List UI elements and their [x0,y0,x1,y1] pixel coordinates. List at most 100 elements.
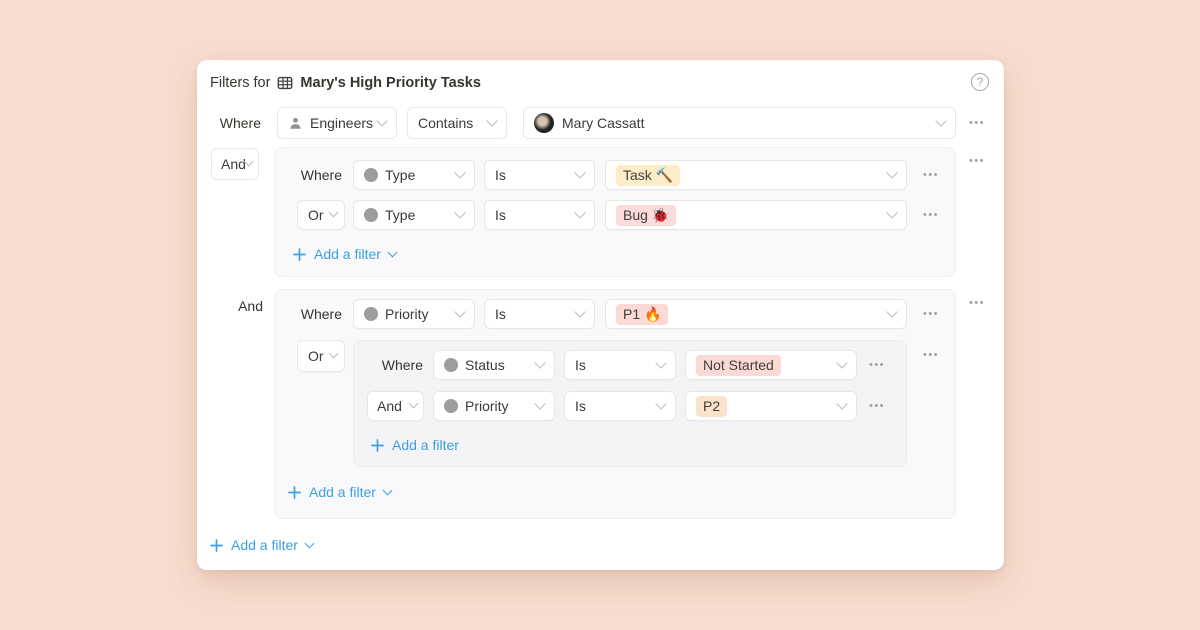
value-tag: Bug 🐞 [616,205,676,226]
top-filter-value-select[interactable]: Mary Cassatt [523,107,956,139]
chevron-down-icon [534,357,545,368]
top-filter-menu-button[interactable]: ••• [959,107,995,139]
filters-for-label: Filters for [210,75,270,91]
database-title: Mary's High Priority Tasks [300,75,480,91]
filter-group-1: Where Type Is Task 🔨 ••• Or [274,147,956,277]
nested-row2-connector-select[interactable]: And [367,391,424,421]
add-filter-label: Add a filter [309,484,376,500]
ellipsis-icon: ••• [969,297,985,309]
group1-row1-property-select[interactable]: Type [353,160,475,190]
chevron-down-icon [886,306,897,317]
chevron-down-icon [382,486,392,496]
nested-add-filter-button[interactable]: Add a filter [371,437,459,453]
group2-connector-label: And [197,296,263,316]
top-filter-operator-select[interactable]: Contains [407,107,507,139]
card-add-filter-button[interactable]: Add a filter [210,537,313,553]
group2-row1-operator-select[interactable]: Is [484,299,595,329]
nested-group-menu-button[interactable]: ••• [913,347,949,363]
filters-panel: Filters for Mary's High Priority Tasks ?… [197,60,1004,570]
chevron-down-icon [886,167,897,178]
group2-row1-menu-button[interactable]: ••• [913,299,949,329]
group1-menu-button[interactable]: ••• [959,153,995,169]
group2-row1-value-select[interactable]: P1 🔥 [605,299,907,329]
chevron-down-icon [836,398,847,409]
top-filter-where-label: Where [197,107,261,139]
ellipsis-icon: ••• [969,155,985,167]
chevron-down-icon [454,207,465,218]
plus-icon [293,248,306,261]
top-filter-property-select[interactable]: Engineers [277,107,397,139]
nested-row1-property-select[interactable]: Status [433,350,555,380]
group1-row2-value-select[interactable]: Bug 🐞 [605,200,907,230]
help-icon[interactable]: ? [971,73,989,91]
chevron-down-icon [655,398,666,409]
chevron-down-icon [574,167,585,178]
group1-row1-operator-label: Is [495,167,506,183]
ellipsis-icon: ••• [869,359,885,371]
group1-row1-operator-select[interactable]: Is [484,160,595,190]
nested-connector-select[interactable]: Or [297,340,345,372]
chevron-down-icon [387,248,397,258]
add-filter-label: Add a filter [231,537,298,553]
group2-row1-operator-label: Is [495,306,506,322]
group1-row2-property-select[interactable]: Type [353,200,475,230]
group1-connector-select[interactable]: And [211,148,259,180]
group1-add-filter-button[interactable]: Add a filter [293,246,396,262]
person-property-icon [288,116,303,131]
nested-row2-property-select[interactable]: Priority [433,391,555,421]
panel-header: Filters for Mary's High Priority Tasks [210,72,481,94]
ellipsis-icon: ••• [923,209,939,221]
ellipsis-icon: ••• [923,349,939,361]
chevron-down-icon [454,167,465,178]
filter-group-2: Where Priority Is P1 🔥 ••• Or [274,289,956,519]
nested-row1-value-select[interactable]: Not Started [685,350,857,380]
nested-row2-connector-label: And [377,398,402,414]
nested-filter-group: Where Status Is Not Started ••• [353,340,907,467]
chevron-down-icon [935,115,946,126]
select-property-icon [444,358,458,372]
group1-row2-connector-select[interactable]: Or [297,200,345,230]
top-filter-value-label: Mary Cassatt [562,115,644,131]
select-property-icon [364,307,378,321]
ellipsis-icon: ••• [923,308,939,320]
group1-row2-menu-button[interactable]: ••• [913,200,949,230]
group1-row2-operator-select[interactable]: Is [484,200,595,230]
nested-row1-operator-label: Is [575,357,586,373]
nested-row2-operator-select[interactable]: Is [564,391,676,421]
chevron-down-icon [574,207,585,218]
value-tag: Task 🔨 [616,165,680,186]
group1-row1-property-label: Type [385,167,415,183]
group2-row1-property-select[interactable]: Priority [353,299,475,329]
chevron-down-icon [409,399,419,409]
group1-row1-menu-button[interactable]: ••• [913,160,949,190]
value-tag: Not Started [696,355,781,376]
group2-menu-button[interactable]: ••• [959,295,995,311]
select-property-icon [444,399,458,413]
add-filter-label: Add a filter [392,437,459,453]
avatar [534,113,554,133]
plus-icon [371,439,384,452]
group1-row1-value-select[interactable]: Task 🔨 [605,160,907,190]
ellipsis-icon: ••• [923,169,939,181]
nested-row1-where-label: Where [354,350,423,380]
nested-row2-value-select[interactable]: P2 [685,391,857,421]
chevron-down-icon [836,357,847,368]
value-tag: P1 🔥 [616,304,668,325]
group2-add-filter-button[interactable]: Add a filter [288,484,391,500]
nested-row1-operator-select[interactable]: Is [564,350,676,380]
nested-row2-menu-button[interactable]: ••• [859,391,895,421]
top-filter-property-label: Engineers [310,115,373,131]
nested-row1-menu-button[interactable]: ••• [859,350,895,380]
group2-row1-where-label: Where [275,299,342,329]
chevron-down-icon [886,207,897,218]
select-property-icon [364,208,378,222]
top-filter-operator-label: Contains [418,115,473,131]
chevron-down-icon [304,539,314,549]
chevron-down-icon [655,357,666,368]
chevron-down-icon [486,115,497,126]
group1-row2-operator-label: Is [495,207,506,223]
chevron-down-icon [534,398,545,409]
add-filter-label: Add a filter [314,246,381,262]
chevron-down-icon [329,208,339,218]
group1-row2-property-label: Type [385,207,415,223]
